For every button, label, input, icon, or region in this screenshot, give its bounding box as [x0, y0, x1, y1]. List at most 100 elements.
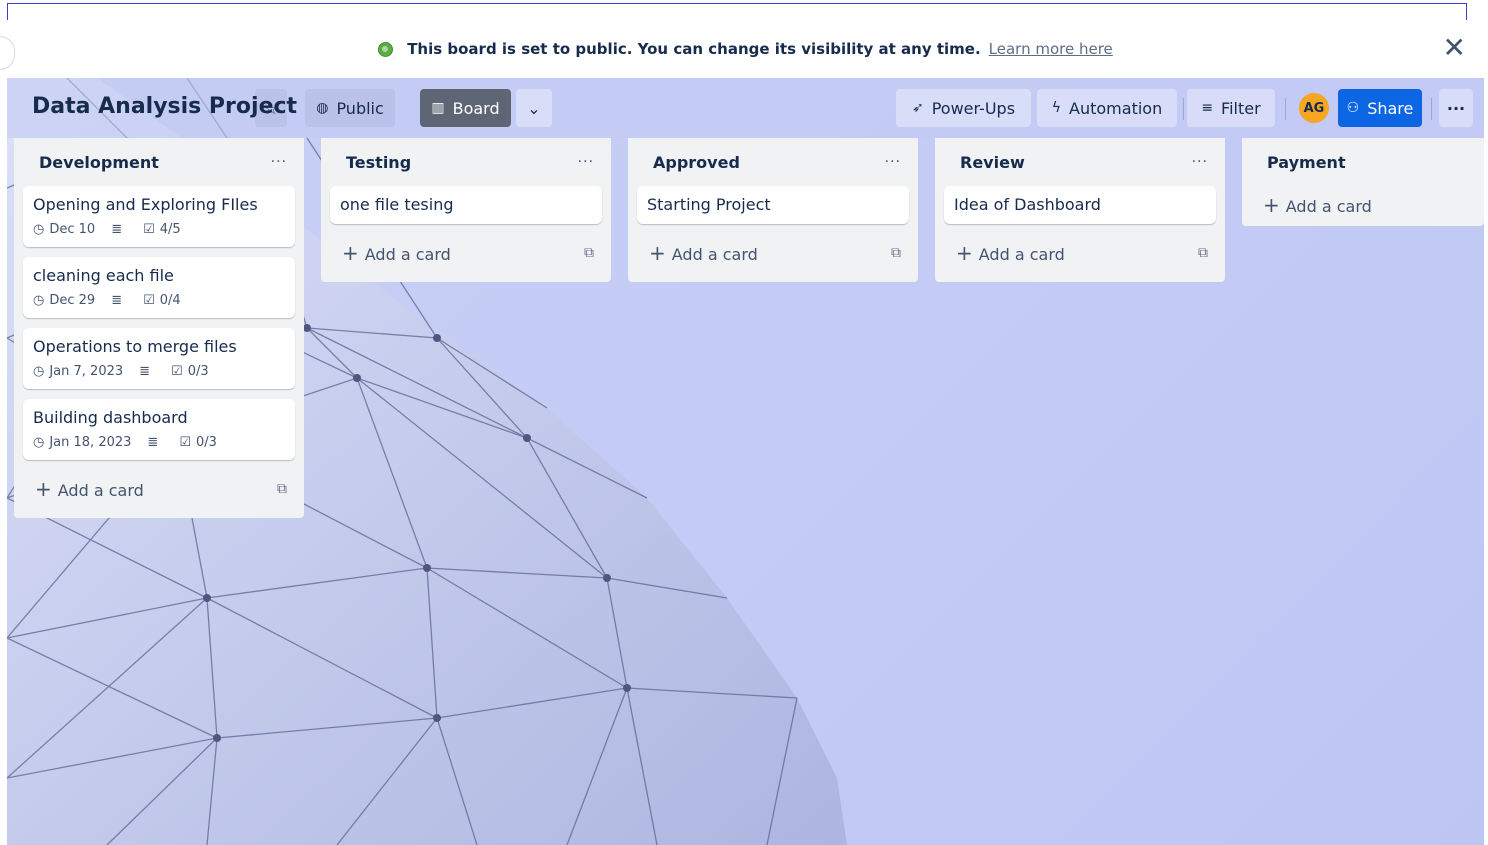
header-divider	[1431, 98, 1432, 120]
view-switcher-button[interactable]: ⌄	[516, 89, 552, 127]
list-menu-icon[interactable]: ···	[885, 154, 901, 170]
card-title: Opening and Exploring FIles	[33, 195, 258, 214]
checklist-badge: 0/3	[195, 435, 217, 450]
add-card-button[interactable]: + Add a card	[1251, 186, 1475, 226]
banner-message: This board is set to public. You can cha…	[407, 40, 981, 58]
board-view-button[interactable]: ▥ Board	[420, 89, 511, 127]
list-title[interactable]: Approved	[653, 153, 740, 172]
card[interactable]: cleaning each file ◷ Dec 29 ≣ ☑ 0/4	[23, 257, 295, 318]
list-title[interactable]: Review	[960, 153, 1025, 172]
globe-icon: ◍	[316, 100, 329, 116]
visibility-button[interactable]: ◍ Public	[305, 89, 395, 127]
public-visibility-banner: This board is set to public. You can cha…	[7, 20, 1484, 78]
board-menu-button[interactable]: ···	[1439, 89, 1473, 127]
card[interactable]: Starting Project	[637, 186, 909, 224]
globe-icon	[378, 41, 394, 57]
list-menu-icon[interactable]: ···	[578, 154, 594, 170]
card-badges: ◷ Jan 7, 2023 ≣ ☑ 0/3	[33, 364, 285, 379]
add-card-button[interactable]: + Add a card ⧉	[637, 234, 909, 272]
automation-button[interactable]: ϟ Automation	[1037, 89, 1177, 127]
card[interactable]: Building dashboard ◷ Jan 18, 2023 ≣ ☑ 0/3	[23, 399, 295, 460]
list-menu-icon[interactable]: ···	[271, 154, 287, 170]
due-date-badge: Jan 18, 2023	[49, 435, 132, 450]
description-icon: ≣	[147, 435, 159, 450]
filter-label: Filter	[1221, 98, 1261, 118]
clock-icon: ◷	[33, 364, 45, 379]
checklist-badge: 4/5	[159, 222, 181, 237]
checklist-icon: ☑	[143, 293, 155, 308]
list-testing: Testing ··· one file tesing + Add a card …	[321, 138, 611, 282]
description-icon: ≣	[111, 222, 123, 237]
card-template-icon[interactable]: ⧉	[277, 481, 287, 497]
close-banner-button[interactable]: ✕	[1443, 34, 1466, 62]
card-template-icon[interactable]: ⧉	[891, 245, 901, 261]
more-icon: ···	[1446, 98, 1466, 118]
board-canvas: Data Analysis Project ☆ ◍ Public ▥ Board…	[7, 78, 1484, 845]
checklist-icon: ☑	[143, 222, 155, 237]
clock-icon: ◷	[33, 435, 45, 450]
board-view-icon: ▥	[431, 100, 445, 116]
description-icon: ≣	[139, 364, 151, 379]
share-button[interactable]: ⚇ Share	[1338, 89, 1422, 127]
card-title: Starting Project	[647, 195, 771, 214]
card-template-icon[interactable]: ⧉	[584, 245, 594, 261]
list-header: Review ···	[944, 138, 1216, 186]
card-template-icon[interactable]: ⧉	[1198, 245, 1208, 261]
filter-icon: ≡	[1201, 100, 1214, 116]
header-divider	[1285, 98, 1286, 120]
clock-icon: ◷	[33, 222, 45, 237]
list-header: Development ···	[23, 138, 295, 186]
card-title: Building dashboard	[33, 408, 188, 427]
add-card-button[interactable]: + Add a card ⧉	[944, 234, 1216, 272]
checklist-badge: 0/4	[159, 293, 181, 308]
board-view-label: Board	[452, 98, 500, 118]
list-title[interactable]: Testing	[346, 153, 411, 172]
member-avatar[interactable]: AG	[1299, 93, 1329, 123]
card[interactable]: Opening and Exploring FIles ◷ Dec 10 ≣ ☑ 4…	[23, 186, 295, 247]
add-card-label: Add a card	[671, 245, 758, 264]
share-label: Share	[1367, 98, 1414, 118]
star-board-button[interactable]: ☆	[255, 89, 287, 127]
checklist-badge: 0/3	[187, 364, 209, 379]
list-header: Testing ···	[330, 138, 602, 186]
list-title[interactable]: Payment	[1267, 153, 1346, 172]
description-icon: ≣	[111, 293, 123, 308]
list-title[interactable]: Development	[39, 153, 159, 172]
card[interactable]: Idea of Dashboard	[944, 186, 1216, 224]
filter-button[interactable]: ≡ Filter	[1187, 89, 1275, 127]
add-member-icon: ⚇	[1346, 100, 1360, 116]
star-icon: ☆	[263, 98, 279, 118]
add-card-button[interactable]: + Add a card ⧉	[23, 470, 295, 508]
visibility-label: Public	[336, 98, 384, 118]
card-title: Operations to merge files	[33, 337, 237, 356]
card-title: one file tesing	[340, 195, 454, 214]
list-review: Review ··· Idea of Dashboard + Add a card…	[935, 138, 1225, 282]
plus-icon: +	[35, 477, 52, 501]
card-badges: ◷ Jan 18, 2023 ≣ ☑ 0/3	[33, 435, 285, 450]
list-payment: Payment + Add a card	[1242, 138, 1484, 226]
card-badges: ◷ Dec 29 ≣ ☑ 0/4	[33, 293, 285, 308]
header-divider	[1183, 98, 1184, 120]
power-ups-button[interactable]: ➶ Power-Ups	[896, 89, 1031, 127]
card[interactable]: one file tesing	[330, 186, 602, 224]
plus-icon: +	[342, 241, 359, 265]
list-development: Development ··· Opening and Exploring FI…	[14, 138, 304, 518]
rocket-icon: ➶	[911, 100, 924, 116]
add-card-button[interactable]: + Add a card ⧉	[330, 234, 602, 272]
card-badges: ◷ Dec 10 ≣ ☑ 4/5	[33, 222, 285, 237]
checklist-icon: ☑	[179, 435, 191, 450]
list-menu-icon[interactable]: ···	[1192, 154, 1208, 170]
plus-icon: +	[649, 241, 666, 265]
learn-more-link[interactable]: Learn more here	[989, 40, 1113, 58]
lightning-icon: ϟ	[1051, 100, 1062, 116]
add-card-label: Add a card	[57, 481, 144, 500]
automation-label: Automation	[1069, 98, 1163, 118]
due-date-badge: Dec 10	[49, 222, 96, 237]
due-date-badge: Jan 7, 2023	[49, 364, 124, 379]
card[interactable]: Operations to merge files ◷ Jan 7, 2023 ≣…	[23, 328, 295, 389]
checklist-icon: ☑	[171, 364, 183, 379]
due-date-badge: Dec 29	[49, 293, 96, 308]
clock-icon: ◷	[33, 293, 45, 308]
plus-icon: +	[1263, 193, 1280, 217]
board-header: Data Analysis Project ☆ ◍ Public ▥ Board…	[7, 78, 1484, 138]
